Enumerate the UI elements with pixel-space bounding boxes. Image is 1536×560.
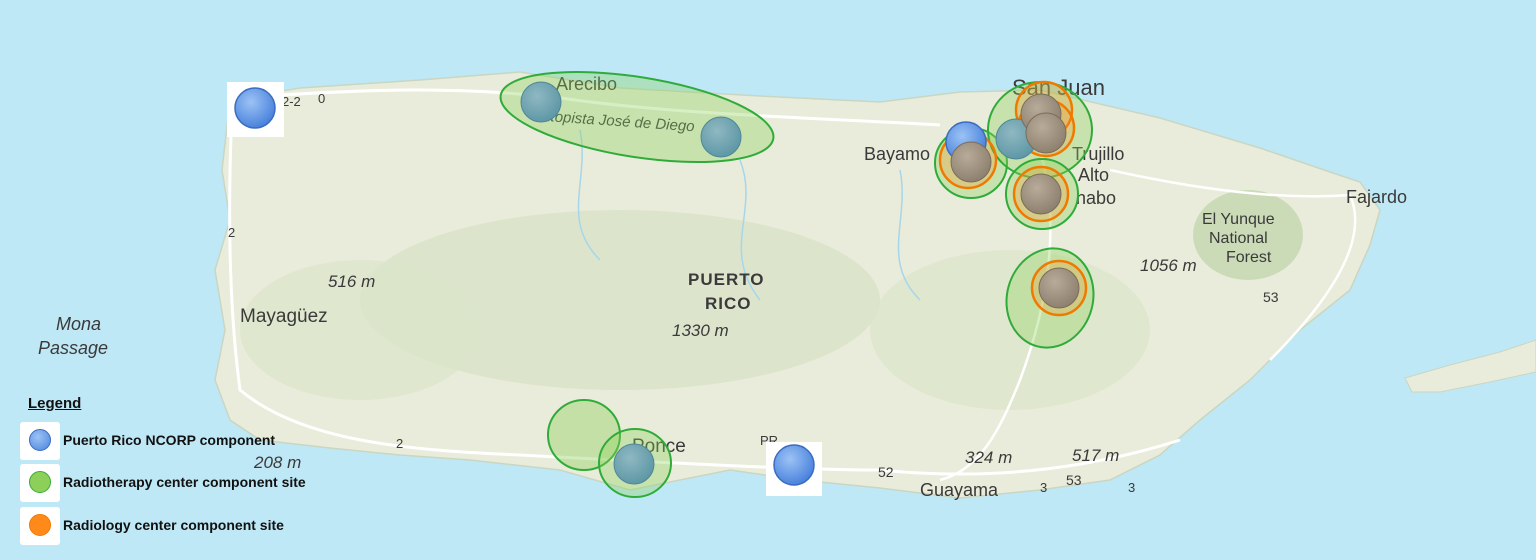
- road-shield-2-west: 2: [228, 225, 235, 240]
- label-alto: Alto: [1078, 165, 1109, 185]
- legend: Legend Puerto Rico NCORP component Radio…: [20, 393, 380, 553]
- legend-swatch: [20, 507, 60, 545]
- ncorp-swatch-icon: [29, 429, 51, 451]
- road-shield-2-north: 2-2: [282, 94, 301, 109]
- label-el-yunque-1: El Yunque: [1202, 211, 1275, 228]
- elevation-1056: 1056 m: [1140, 256, 1197, 275]
- road-shield-2-sw: 2: [396, 436, 403, 451]
- ncorp-marker-west[interactable]: [234, 87, 276, 129]
- elevation-1330: 1330 m: [672, 321, 729, 340]
- road-shield-3-b: 3: [1128, 480, 1135, 495]
- combined-marker-arecibo-2[interactable]: [700, 116, 742, 158]
- road-shield-3-a: 3: [1040, 480, 1047, 495]
- label-mayaguez: Mayagüez: [240, 306, 328, 327]
- label-fajardo: Fajardo: [1346, 187, 1407, 207]
- terrain-shade: [870, 250, 1150, 410]
- full-marker-cayey[interactable]: [1038, 267, 1080, 309]
- road-shield-52: 52: [878, 464, 894, 480]
- legend-label: Radiology center component site: [63, 517, 284, 533]
- label-el-yunque-3: Forest: [1226, 249, 1272, 266]
- legend-swatch: [20, 422, 60, 460]
- legend-swatch: [20, 464, 60, 502]
- label-puerto: PUERTO: [688, 270, 765, 289]
- label-mona-2: Passage: [38, 338, 108, 358]
- full-marker-bayamon[interactable]: [950, 141, 992, 183]
- label-bayamon: Bayamo: [864, 144, 930, 164]
- elevation-324: 324 m: [965, 448, 1012, 467]
- ncorp-marker-south[interactable]: [773, 444, 815, 486]
- radiology-swatch-icon: [29, 514, 51, 536]
- elevation-516: 516 m: [328, 272, 375, 291]
- full-marker-caguas[interactable]: [1020, 173, 1062, 215]
- legend-title: Legend: [28, 395, 82, 412]
- combined-marker-arecibo-1[interactable]: [520, 81, 562, 123]
- elevation-517: 517 m: [1072, 446, 1119, 465]
- combined-marker-ponce[interactable]: [613, 443, 655, 485]
- full-marker-sanjuan-mid[interactable]: [1025, 112, 1067, 154]
- radiotherapy-swatch-icon: [29, 471, 51, 493]
- label-naguabo-partial: nabo: [1076, 188, 1116, 208]
- label-el-yunque-2: National: [1209, 230, 1268, 247]
- label-guayama: Guayama: [920, 480, 999, 500]
- label-rico: RICO: [705, 294, 752, 313]
- road-shield-53-south: 53: [1066, 472, 1082, 488]
- legend-label: Radiotherapy center component site: [63, 474, 306, 490]
- road-shield-53-east: 53: [1263, 289, 1279, 305]
- road-shield-0: 0: [318, 91, 325, 106]
- label-mona-1: Mona: [56, 314, 101, 334]
- legend-label: Puerto Rico NCORP component: [63, 432, 276, 448]
